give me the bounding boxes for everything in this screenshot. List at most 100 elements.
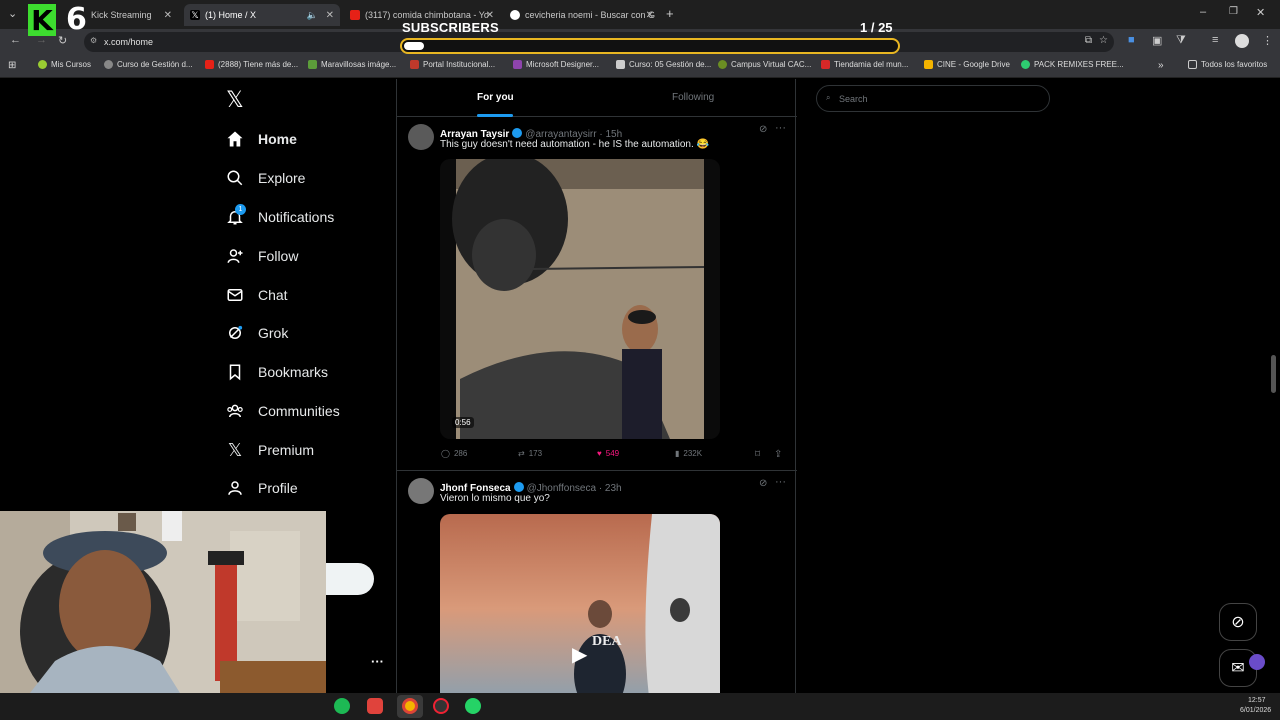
nav-grok[interactable]: Grok [226,318,288,348]
back-arrow-icon[interactable]: ← [10,34,21,46]
spotify-icon[interactable] [334,698,350,714]
close-icon[interactable]: ✕ [646,10,654,21]
bookmark[interactable]: PACK REMIXES FREE... [1021,60,1124,69]
youtube-favicon-icon [350,10,360,20]
minimize-button[interactable]: – [1200,6,1206,18]
nav-label: Notifications [258,209,335,225]
all-bookmarks[interactable]: Todos los favoritos [1188,60,1267,69]
assistant-icon[interactable] [1249,654,1265,670]
extension-icon[interactable]: ▣ [1152,34,1162,47]
obs-icon[interactable] [433,698,449,714]
x-premium-icon: 𝕏 [227,439,243,461]
star-icon[interactable]: ☆ [1099,35,1108,46]
clock-date: 6/01/2026 [1240,707,1272,714]
nav-label: Chat [258,287,288,303]
bookmark[interactable]: Maravillosas imáge... [308,60,396,69]
post-text: Vieron lo mismo que yo? [440,493,550,504]
subscribers-progress-fill [404,42,424,50]
like-button[interactable]: ♥ 549 [597,449,619,458]
more-icon[interactable]: ··· [775,476,786,488]
webcam-overlay [0,511,326,693]
bookmark[interactable]: (2888) Tiene más de... [205,60,298,69]
tab-title: Kick Streaming [91,10,152,20]
nav-profile[interactable]: Profile [226,473,298,503]
post-text: This guy doesn't need automation - he IS… [440,139,709,150]
reply-button[interactable]: ◯ 286 [441,449,467,458]
post[interactable]: Arrayan Taysir @arrayantaysirr · 15h ⊘ ··… [397,117,797,471]
nav-chat[interactable]: Chat [226,280,288,310]
tab-title: (1) Home / X [205,10,257,20]
restore-button[interactable]: ❐ [1229,6,1238,17]
nav-bookmarks[interactable]: Bookmarks [226,357,328,387]
subscribers-count: 1 / 25 [860,20,893,35]
nav-communities[interactable]: Communities [226,396,340,426]
speaker-icon[interactable]: 🔈 [307,10,318,21]
repost-button[interactable]: ⇄ 173 [518,449,542,458]
chevron-right-icon[interactable]: » [1158,60,1164,71]
bookmark[interactable]: Campus Virtual CAC... [718,60,811,69]
bookmark-icon[interactable]: ⌑ [755,449,760,460]
avatar[interactable] [408,124,434,150]
page-scrollbar[interactable] [1271,355,1276,393]
views-button[interactable]: ▮ 232K [675,449,702,458]
tab-for-you[interactable]: For you [477,92,514,103]
nav-home[interactable]: Home [226,124,297,154]
new-tab-button[interactable]: + [666,6,674,21]
video-duration: 0:56 [452,417,474,428]
brave-icon[interactable] [367,698,383,714]
grok-fab-icon[interactable]: ⊘ [1219,603,1257,641]
post-video[interactable]: 0:56 [440,159,720,439]
close-icon[interactable]: ✕ [326,10,334,21]
communities-icon [227,404,243,418]
tab-search-icon[interactable]: ⌄ [8,7,17,20]
profile-avatar[interactable] [1235,34,1249,48]
post-video[interactable]: DEA ▶ [440,514,720,693]
apps-grid-icon[interactable]: ⊞ [8,60,16,71]
bookmark[interactable]: Curso de Gestión d... [104,60,193,69]
nav-label: Profile [258,480,298,496]
avatar[interactable] [408,478,434,504]
close-icon[interactable]: ✕ [486,10,494,21]
nav-explore[interactable]: Explore [226,163,305,193]
bookmark[interactable]: Mis Cursos [38,60,91,69]
tab-x-home[interactable]: 𝕏 (1) Home / X 🔈 ✕ [184,4,340,26]
tab-search-icon[interactable]: ≡ [1212,34,1218,46]
tab-google[interactable]: cevicheria noemi - Buscar con G ✕ [504,4,660,26]
grok-icon [229,325,243,339]
menu-icon[interactable]: ⋮ [1262,34,1273,47]
reply-icon: ◯ [441,449,450,458]
nav-follow[interactable]: Follow [226,241,298,271]
extension-icon[interactable]: ■ [1128,34,1135,46]
whatsapp-icon[interactable] [465,698,481,714]
x-logo-icon[interactable]: 𝕏 [226,88,244,113]
x-favicon-icon: 𝕏 [190,10,200,20]
bookmarks-bar: ⊞ Mis Cursos Curso de Gestión d... (2888… [0,55,1280,78]
install-icon[interactable]: ⧉ [1085,35,1092,46]
drive-favicon-icon [924,60,933,69]
close-icon[interactable]: ✕ [164,10,172,21]
post[interactable]: Jhonf Fonseca @Jhonffonseca · 23h ⊘ ··· V… [397,472,797,693]
window-close-button[interactable]: ✕ [1256,6,1265,19]
nav-premium[interactable]: 𝕏 Premium [226,435,314,465]
more-icon[interactable]: ··· [775,122,786,134]
search-input[interactable]: ⌕ Search [816,85,1050,112]
share-icon[interactable]: ⇪ [774,449,782,460]
bookmark[interactable]: Curso: 05 Gestión de... [616,60,711,69]
grok-icon[interactable]: ⊘ [759,124,767,135]
account-more-icon[interactable]: ··· [371,654,384,669]
grok-icon[interactable]: ⊘ [759,478,767,489]
tab-following[interactable]: Following [672,92,714,103]
bookmark[interactable]: CINE - Google Drive [924,60,1010,69]
nav-notifications[interactable]: 1 Notifications [226,202,334,232]
bookmark[interactable]: Microsoft Designer... [513,60,599,69]
subscribers-label: SUBSCRIBERS [402,20,499,35]
puzzle-icon[interactable]: ⧩ [1176,34,1186,47]
play-icon[interactable]: ▶ [572,642,587,667]
bookmark-favicon-icon [308,60,317,69]
nav-label: Grok [258,325,289,341]
bookmark-favicon-icon [38,60,47,69]
site-info-icon[interactable]: ⚙ [90,36,97,45]
bookmark[interactable]: Portal Institucional... [410,60,495,69]
bookmark[interactable]: Tiendamia del mun... [821,60,908,69]
image-text: DEA [592,634,622,649]
